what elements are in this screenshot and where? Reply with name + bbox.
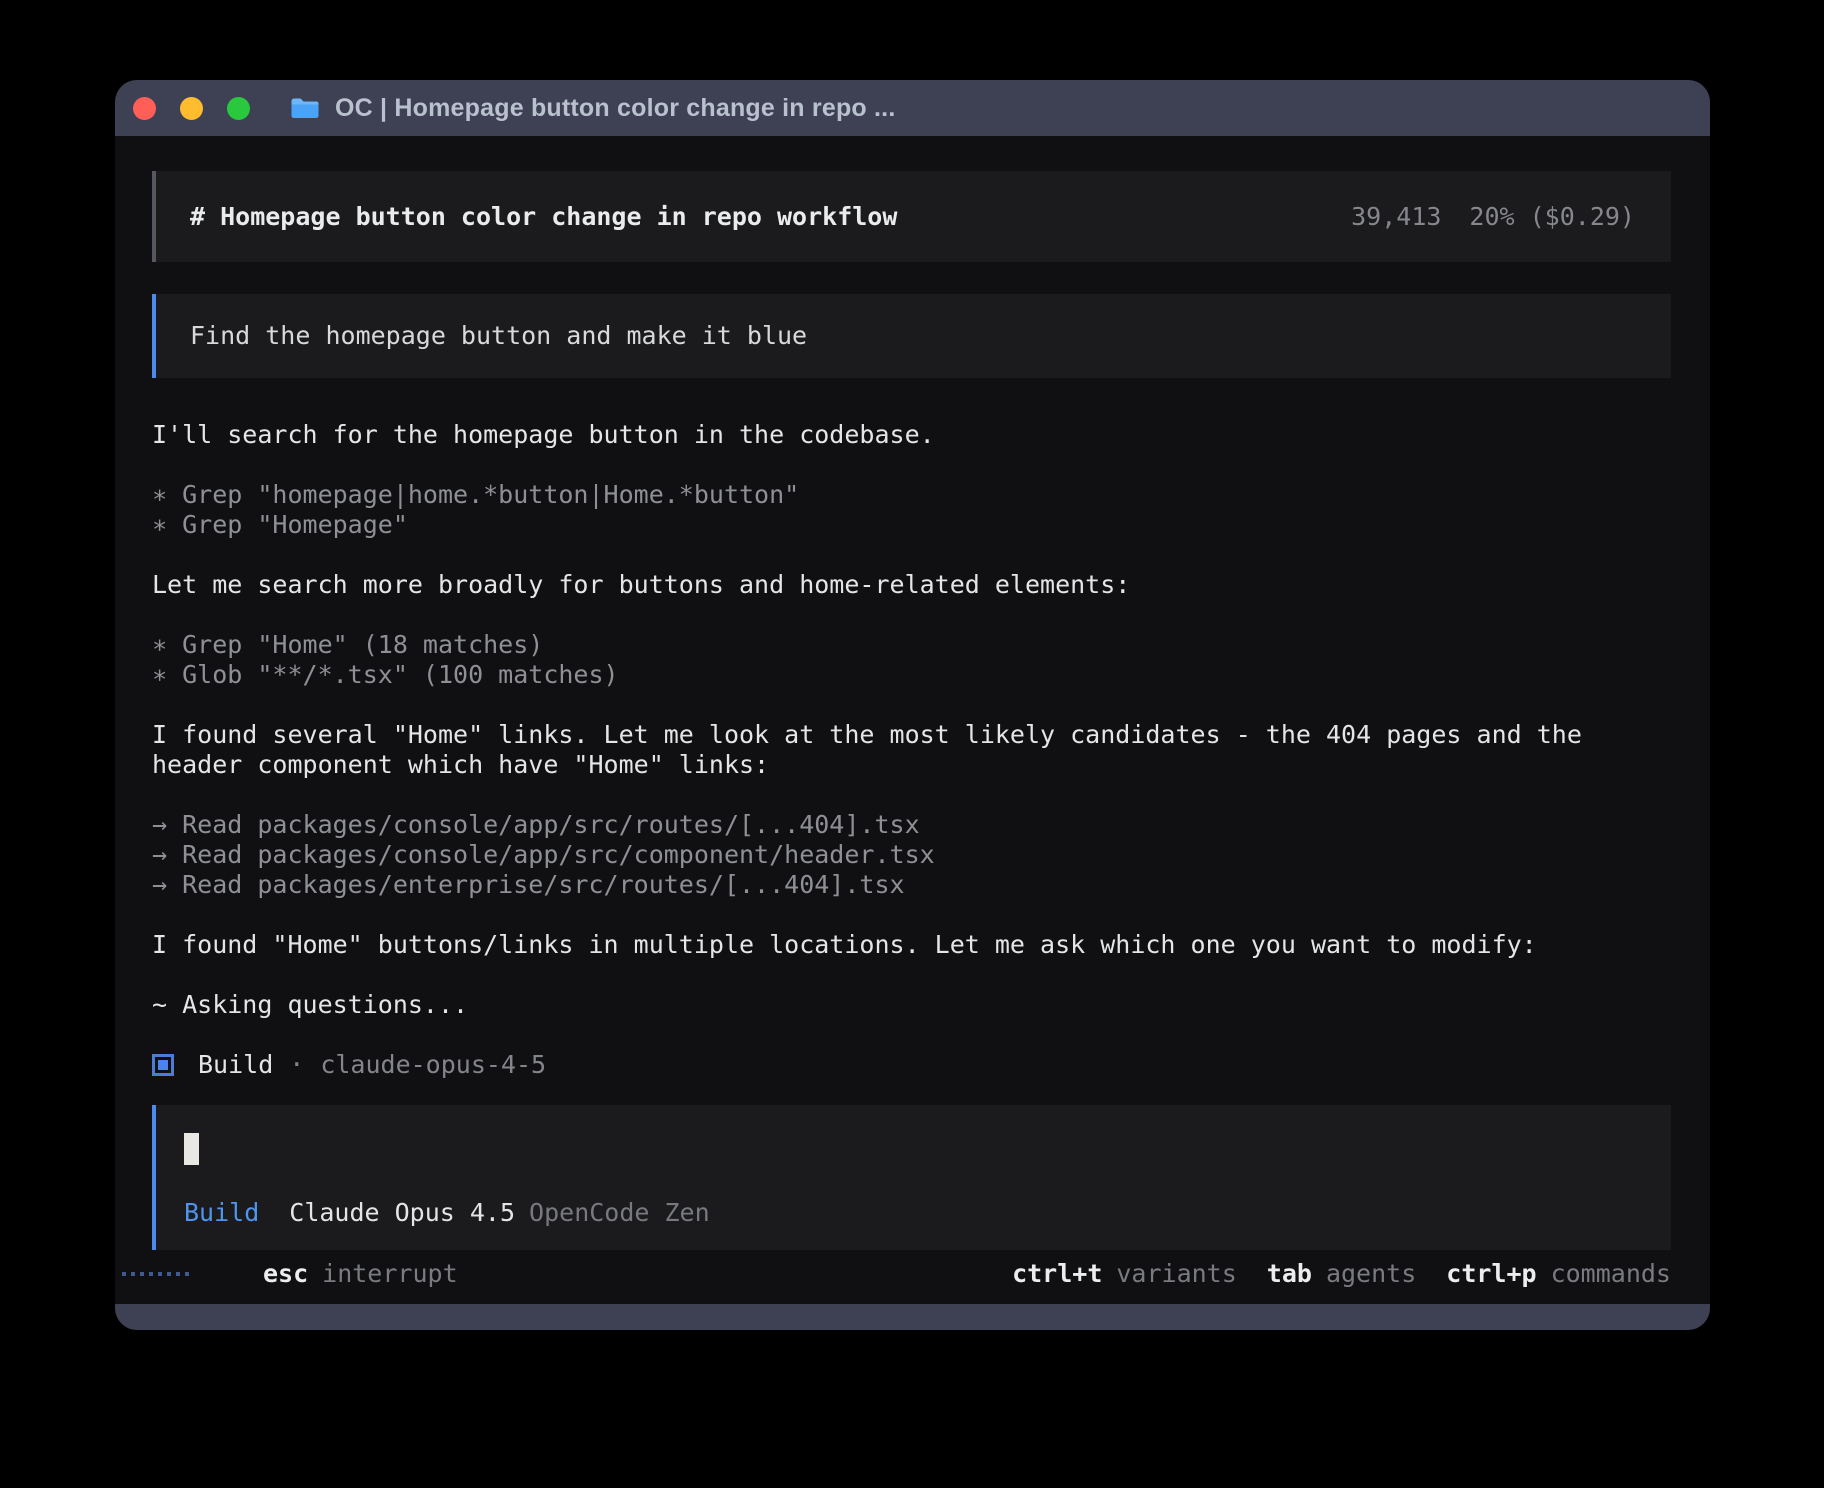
tool-call-line: → Read packages/console/app/src/routes/[…: [152, 810, 1671, 840]
minimize-window-button[interactable]: [180, 97, 203, 120]
hint-key[interactable]: ctrl+p: [1446, 1259, 1536, 1289]
user-message: Find the homepage button and make it blu…: [152, 294, 1671, 378]
assistant-text-line: [152, 450, 1671, 480]
terminal-window: OC | Homepage button color change in rep…: [115, 80, 1710, 1330]
input-meta: Build Claude Opus 4.5 OpenCode Zen: [184, 1198, 710, 1228]
keyboard-hint-variants: ctrl+t variants: [1012, 1259, 1237, 1289]
hint-label: variants: [1116, 1259, 1236, 1289]
spinner-dots-icon: [122, 1272, 189, 1276]
assistant-text-line: [152, 540, 1671, 570]
context-cost: 20% ($0.29): [1469, 202, 1635, 232]
esc-key-label: interrupt: [322, 1259, 457, 1289]
assistant-text-line: [152, 780, 1671, 810]
keyboard-hint-commands: ctrl+p commands: [1446, 1259, 1671, 1289]
hint-label: agents: [1326, 1259, 1416, 1289]
assistant-text-line: Let me search more broadly for buttons a…: [152, 570, 1671, 600]
assistant-text-line: I found "Home" buttons/links in multiple…: [152, 930, 1671, 960]
terminal-content: # Homepage button color change in repo w…: [115, 136, 1710, 1304]
prompt-input[interactable]: Build Claude Opus 4.5 OpenCode Zen: [152, 1105, 1671, 1250]
status-bar-left: esc interrupt: [122, 1259, 458, 1289]
tool-call-line: → Read packages/console/app/src/componen…: [152, 840, 1671, 870]
window-title: OC | Homepage button color change in rep…: [335, 94, 895, 123]
assistant-text-line: [152, 900, 1671, 930]
keyboard-hint-agents: tab agents: [1267, 1259, 1416, 1289]
tool-call-line: → Read packages/enterprise/src/routes/[.…: [152, 870, 1671, 900]
assistant-text-line: I found several "Home" links. Let me loo…: [152, 720, 1671, 750]
session-title: # Homepage button color change in repo w…: [190, 202, 897, 232]
model-label[interactable]: Claude Opus 4.5: [289, 1198, 515, 1228]
zoom-window-button[interactable]: [227, 97, 250, 120]
session-stats: 39,413 20% ($0.29): [1351, 202, 1635, 232]
assistant-text-line: [152, 960, 1671, 990]
folder-icon: [290, 96, 320, 120]
window-titlebar[interactable]: OC | Homepage button color change in rep…: [115, 80, 1710, 136]
agent-status-row: Build · claude-opus-4-5: [152, 1050, 1671, 1080]
hint-key[interactable]: ctrl+t: [1012, 1259, 1102, 1289]
hint-key[interactable]: tab: [1267, 1259, 1312, 1289]
assistant-text-line: [152, 690, 1671, 720]
window-controls: [133, 97, 250, 120]
session-header: # Homepage button color change in repo w…: [152, 171, 1671, 262]
text-cursor: [184, 1133, 199, 1165]
status-bar: esc interrupt ctrl+tvariantstabagentsctr…: [152, 1259, 1671, 1289]
tool-call-line: ∗ Grep "Home" (18 matches): [152, 630, 1671, 660]
assistant-text-line: [152, 600, 1671, 630]
tool-call-line: ∗ Glob "**/*.tsx" (100 matches): [152, 660, 1671, 690]
agent-model: claude-opus-4-5: [320, 1050, 546, 1080]
user-message-text: Find the homepage button and make it blu…: [190, 321, 807, 351]
status-bar-right: ctrl+t variants tab agents ctrl+p commands: [1012, 1259, 1671, 1289]
tool-call-line: ∗ Grep "homepage|home.*button|Home.*butt…: [152, 480, 1671, 510]
conversation-log: I'll search for the homepage button in t…: [152, 420, 1671, 1020]
assistant-text-line: I'll search for the homepage button in t…: [152, 420, 1671, 450]
provider-label: OpenCode Zen: [529, 1198, 710, 1228]
esc-key-hint[interactable]: esc: [263, 1259, 308, 1289]
window-bottom-chrome: [115, 1304, 1710, 1330]
token-count: 39,413: [1351, 202, 1441, 232]
separator-dot: ·: [289, 1050, 304, 1080]
agent-badge-icon: [152, 1054, 174, 1076]
tool-call-line: ∗ Grep "Homepage": [152, 510, 1671, 540]
agent-mode-label[interactable]: Build: [184, 1198, 259, 1228]
close-window-button[interactable]: [133, 97, 156, 120]
hint-label: commands: [1551, 1259, 1671, 1289]
assistant-text-line: ~ Asking questions...: [152, 990, 1671, 1020]
assistant-text-line: header component which have "Home" links…: [152, 750, 1671, 780]
agent-name: Build: [198, 1050, 273, 1080]
